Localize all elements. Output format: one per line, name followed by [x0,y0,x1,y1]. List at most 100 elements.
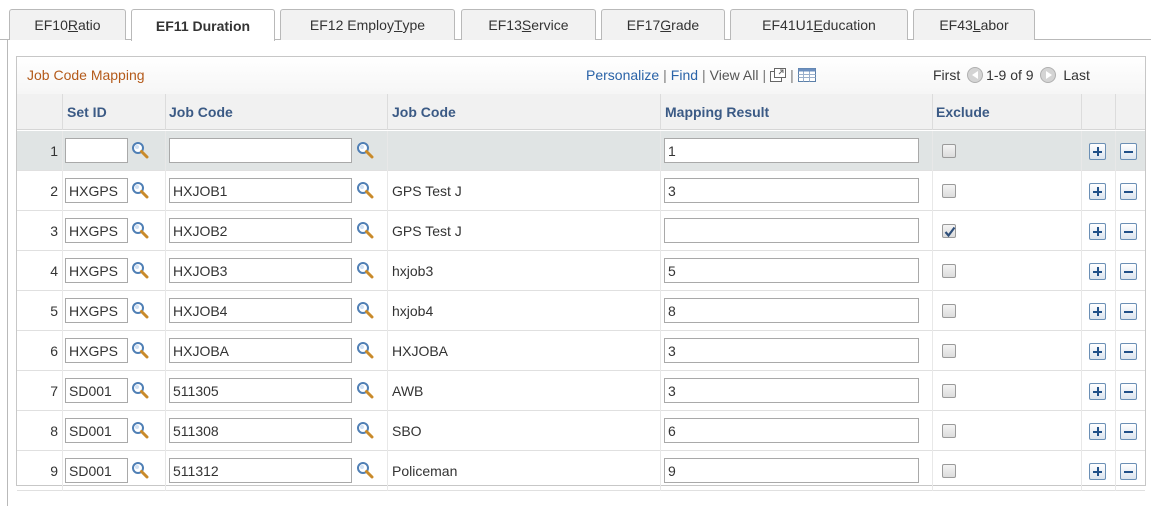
set-id-input[interactable] [65,338,128,363]
job-code-lookup-icon[interactable] [356,381,374,399]
previous-arrow-icon[interactable] [967,67,984,83]
set-id-lookup-icon[interactable] [131,421,149,439]
job-code-lookup-icon[interactable] [356,221,374,239]
add-row-button[interactable] [1089,223,1106,240]
mapping-result-input[interactable] [664,338,919,363]
delete-row-button[interactable] [1120,343,1137,360]
column-divider [165,251,166,291]
set-id-lookup-icon[interactable] [131,461,149,479]
column-header-job-code-description[interactable]: Job Code [392,104,456,120]
add-row-button[interactable] [1089,303,1106,320]
set-id-input[interactable] [65,138,128,163]
set-id-input[interactable] [65,418,128,443]
exclude-checkbox[interactable] [942,464,956,478]
job-code-lookup-icon[interactable] [356,181,374,199]
add-row-button[interactable] [1089,423,1106,440]
mapping-result-input[interactable] [664,378,919,403]
delete-row-button[interactable] [1120,263,1137,280]
tab-ef41u1-education[interactable]: EF41U1 Education [730,9,908,40]
pager-first-label[interactable]: First [933,67,960,83]
delete-row-button[interactable] [1120,423,1137,440]
exclude-checkbox[interactable] [942,184,956,198]
job-code-input[interactable] [169,178,352,203]
tab-label: rade [671,17,700,33]
tab-ef12-employ-type[interactable]: EF12 Employ Type [280,9,455,40]
set-id-lookup-icon[interactable] [131,261,149,279]
personalize-link[interactable]: Personalize [586,67,659,83]
add-row-button[interactable] [1089,143,1106,160]
job-code-input[interactable] [169,418,352,443]
job-code-lookup-icon[interactable] [356,261,374,279]
exclude-checkbox[interactable] [942,144,956,158]
set-id-input[interactable] [65,178,128,203]
job-code-lookup-icon[interactable] [356,141,374,159]
add-row-button[interactable] [1089,463,1106,480]
job-code-input[interactable] [169,298,352,323]
set-id-lookup-icon[interactable] [131,181,149,199]
add-row-button[interactable] [1089,343,1106,360]
mapping-result-input[interactable] [664,458,919,483]
delete-row-button[interactable] [1120,303,1137,320]
next-arrow-icon[interactable] [1040,67,1057,83]
job-code-description: hxjob3 [392,263,434,279]
exclude-checkbox[interactable] [942,264,956,278]
set-id-lookup-icon[interactable] [131,381,149,399]
job-code-input[interactable] [169,138,352,163]
find-link[interactable]: Find [671,67,698,83]
job-code-input[interactable] [169,258,352,283]
column-header-set-id[interactable]: Set ID [67,104,107,120]
column-header-mapping-result[interactable]: Mapping Result [665,104,769,120]
column-header-job-code[interactable]: Job Code [169,104,233,120]
job-code-input[interactable] [169,458,352,483]
job-code-input[interactable] [169,378,352,403]
exclude-checkbox[interactable] [942,424,956,438]
exclude-checkbox[interactable] [942,384,956,398]
set-id-input[interactable] [65,218,128,243]
set-id-lookup-icon[interactable] [131,341,149,359]
mapping-result-input[interactable] [664,298,919,323]
delete-row-button[interactable] [1120,183,1137,200]
exclude-checkbox[interactable] [942,224,956,238]
mapping-result-input[interactable] [664,178,919,203]
mapping-result-input[interactable] [664,138,919,163]
tab-ef13-service[interactable]: EF13 Service [461,9,596,40]
job-code-input[interactable] [169,338,352,363]
set-id-lookup-icon[interactable] [131,221,149,239]
job-code-lookup-icon[interactable] [356,301,374,319]
delete-row-button[interactable] [1120,143,1137,160]
tab-ef11-duration[interactable]: EF11 Duration [131,9,275,41]
exclude-checkbox[interactable] [942,344,956,358]
job-code-lookup-icon[interactable] [356,461,374,479]
column-divider [62,331,63,371]
tab-ef43-labor[interactable]: EF43 Labor [913,9,1035,40]
view-all-link[interactable]: View All [710,67,759,83]
exclude-checkbox[interactable] [942,304,956,318]
delete-row-button[interactable] [1120,223,1137,240]
job-code-input[interactable] [169,218,352,243]
tab-ef10-ratio[interactable]: EF10 Ratio [9,9,126,40]
column-divider [660,451,661,491]
add-row-button[interactable] [1089,183,1106,200]
set-id-lookup-icon[interactable] [131,141,149,159]
set-id-input[interactable] [65,378,128,403]
mapping-result-input[interactable] [664,218,919,243]
delete-row-button[interactable] [1120,383,1137,400]
column-divider [1081,411,1082,451]
tab-ef17-grade[interactable]: EF17 Grade [601,9,725,40]
new-window-icon[interactable] [770,68,787,82]
job-code-lookup-icon[interactable] [356,341,374,359]
column-divider [660,211,661,251]
mapping-result-input[interactable] [664,418,919,443]
job-code-lookup-icon[interactable] [356,421,374,439]
add-row-button[interactable] [1089,263,1106,280]
set-id-lookup-icon[interactable] [131,301,149,319]
add-row-button[interactable] [1089,383,1106,400]
download-spreadsheet-icon[interactable] [797,68,816,82]
column-header-exclude[interactable]: Exclude [936,104,990,120]
set-id-input[interactable] [65,298,128,323]
set-id-input[interactable] [65,258,128,283]
pager-last-label[interactable]: Last [1063,67,1089,83]
set-id-input[interactable] [65,458,128,483]
delete-row-button[interactable] [1120,463,1137,480]
mapping-result-input[interactable] [664,258,919,283]
